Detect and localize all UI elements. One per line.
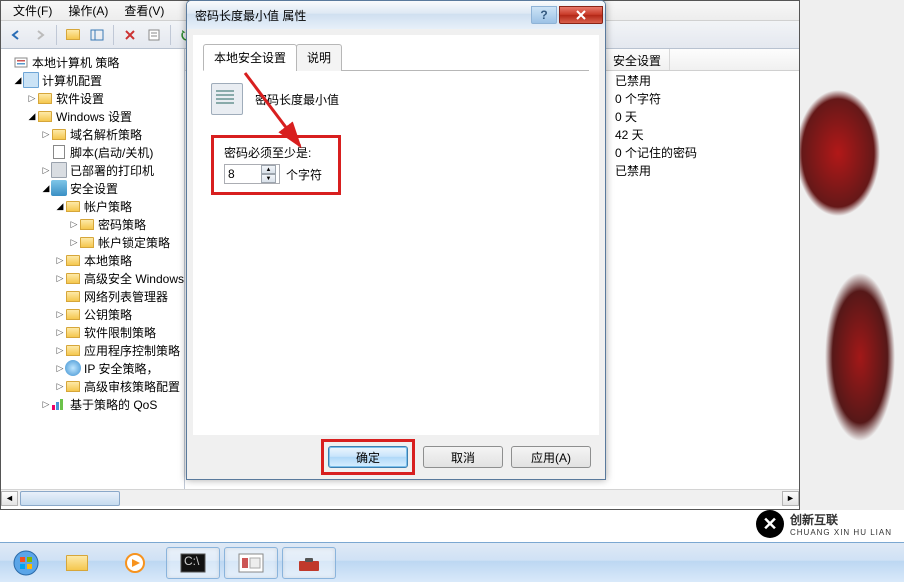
tree-deployed-printers[interactable]: 已部署的打印机 [1,161,184,179]
taskbar-toolbox[interactable] [282,547,336,579]
policy-icon [211,83,243,115]
ok-button[interactable]: 确定 [328,446,408,468]
properties-dialog: 密码长度最小值 属性 ? 本地安全设置 说明 密码长度最小值 密码必须至少是: … [186,0,606,480]
dialog-footer: 确定 取消 应用(A) [187,435,605,479]
scroll-left-button[interactable]: ◄ [1,491,18,506]
tree-software-settings[interactable]: 软件设置 [1,89,184,107]
spin-up-button[interactable]: ▲ [261,165,276,174]
tree-software-restriction[interactable]: 软件限制策略 [1,323,184,341]
tree-root[interactable]: 本地计算机 策略 [1,53,184,71]
up-button[interactable] [62,24,84,46]
tab-strip: 本地安全设置 说明 [203,43,589,71]
highlight-box-input: 密码必须至少是: 8 ▲ ▼ 个字符 [211,135,341,195]
tree-pane[interactable]: 本地计算机 策略 计算机配置 软件设置 Windows 设置 域名解析策略 脚本… [1,49,185,489]
tree-network-list[interactable]: 网络列表管理器 [1,287,184,305]
back-button[interactable] [5,24,27,46]
tree-computer-config[interactable]: 计算机配置 [1,71,184,89]
svg-text:C:\: C:\ [184,554,200,568]
scroll-right-button[interactable]: ► [782,491,799,506]
forward-button[interactable] [29,24,51,46]
cancel-button[interactable]: 取消 [423,446,503,468]
menu-view[interactable]: 查看(V) [116,0,172,21]
logo-subtext: CHUANG XIN HU LIAN [790,528,892,537]
logo-text: 创新互联 [790,513,838,527]
tab-local-security[interactable]: 本地安全设置 [203,44,297,71]
min-length-input[interactable]: 8 ▲ ▼ [224,164,280,184]
delete-button[interactable] [119,24,141,46]
taskbar[interactable]: C:\ [0,542,904,582]
spin-down-button[interactable]: ▼ [261,174,276,183]
tree-advanced-windows[interactable]: 高级安全 Windows [1,269,184,287]
unit-label: 个字符 [286,166,322,183]
policy-heading: 密码长度最小值 [255,91,339,108]
tree-local-policies[interactable]: 本地策略 [1,251,184,269]
menu-action[interactable]: 操作(A) [60,0,116,21]
taskbar-cmd[interactable]: C:\ [166,547,220,579]
properties-button[interactable] [143,24,165,46]
column-security-setting: 安全设置 [605,49,670,70]
dialog-titlebar[interactable]: 密码长度最小值 属性 ? [187,1,605,29]
help-button[interactable]: ? [531,6,557,24]
tree-password-policy[interactable]: 密码策略 [1,215,184,233]
tree-account-policies[interactable]: 帐户策略 [1,197,184,215]
tree-app-control[interactable]: 应用程序控制策略 [1,341,184,359]
tree-windows-settings[interactable]: Windows 设置 [1,107,184,125]
desktop-wallpaper [794,0,904,510]
tab-explain[interactable]: 说明 [296,44,342,71]
apply-button[interactable]: 应用(A) [511,446,591,468]
tree-name-resolution[interactable]: 域名解析策略 [1,125,184,143]
menu-file[interactable]: 文件(F) [5,0,60,21]
dialog-title: 密码长度最小值 属性 [195,7,531,24]
close-button[interactable] [559,6,603,24]
taskbar-explorer[interactable] [50,547,104,579]
tree-advanced-audit[interactable]: 高级审核策略配置 [1,377,184,395]
logo-mark-icon: ✕ [756,510,784,538]
taskbar-media-player[interactable] [108,547,162,579]
tree-security-settings[interactable]: 安全设置 [1,179,184,197]
start-button[interactable] [6,547,46,579]
taskbar-mmc[interactable] [224,547,278,579]
tree-public-key[interactable]: 公钥策略 [1,305,184,323]
tree-ip-security[interactable]: IP 安全策略， [1,359,184,377]
scroll-thumb[interactable] [20,491,120,506]
tree-qos[interactable]: 基于策略的 QoS [1,395,184,413]
tree-lockout-policy[interactable]: 帐户锁定策略 [1,233,184,251]
input-value: 8 [228,167,235,181]
show-hide-tree-button[interactable] [86,24,108,46]
watermark-logo: ✕ 创新互联 CHUANG XIN HU LIAN [756,510,892,538]
horizontal-scrollbar[interactable]: ◄ ► [1,489,799,506]
highlight-box-ok: 确定 [321,439,415,475]
field-label: 密码必须至少是: [224,144,328,161]
tree-scripts[interactable]: 脚本(启动/关机) [1,143,184,161]
